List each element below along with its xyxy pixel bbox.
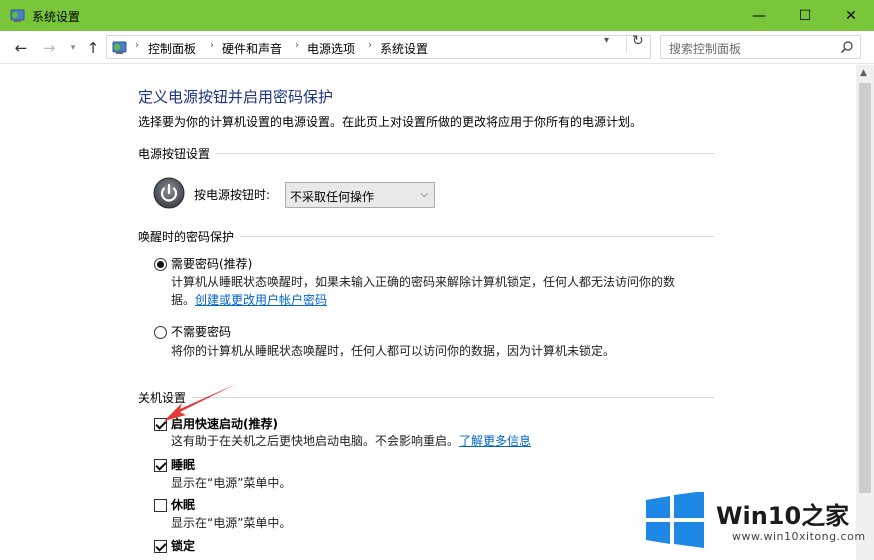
chevron-down-icon: ⌵ bbox=[420, 189, 428, 200]
no-password-label[interactable]: 不需要密码 bbox=[171, 323, 231, 340]
main-content: 定义电源按钮并启用密码保护 选择要为你的计算机设置的电源设置。在此页上对设置所做… bbox=[0, 65, 856, 560]
search-input[interactable]: 搜索控制面板 bbox=[660, 35, 861, 59]
power-icon bbox=[153, 177, 185, 209]
watermark: Win10之家 www.win10xitong.com bbox=[640, 492, 870, 554]
chevron-right-icon: › bbox=[135, 40, 139, 51]
watermark-title-part: 之家 bbox=[801, 502, 850, 530]
desc-line: 计算机从睡眠状态唤醒时，如果未输入正确的密码来解除计算机锁定，任何人都无法访问你… bbox=[171, 275, 676, 289]
hibernate-desc: 显示在“电源”菜单中。 bbox=[171, 516, 292, 530]
sleep-desc: 显示在“电源”菜单中。 bbox=[171, 476, 292, 490]
address-bar: ← → ▾ ↑ › 控制面板 › 硬件和声音 › 电源选项 › 系统设置 ▾ ↻… bbox=[0, 31, 874, 64]
scroll-thumb[interactable] bbox=[859, 83, 871, 493]
section-power-button: 电源按钮设置 bbox=[138, 145, 714, 162]
page-title: 定义电源按钮并启用密码保护 bbox=[138, 88, 334, 106]
chevron-right-icon: › bbox=[210, 40, 214, 51]
require-password-radio[interactable] bbox=[154, 258, 167, 271]
forward-button[interactable]: → bbox=[40, 39, 58, 57]
section-wake-password: 唤醒时的密码保护 bbox=[138, 228, 714, 245]
power-button-action-select[interactable]: 不采取任何操作 ⌵ bbox=[285, 182, 435, 208]
breadcrumb-item[interactable]: 系统设置 bbox=[380, 40, 428, 57]
title-bar: 系统设置 — ☐ ✕ bbox=[0, 0, 874, 31]
refresh-icon[interactable]: ↻ bbox=[626, 33, 644, 53]
no-password-radio[interactable] bbox=[154, 326, 167, 339]
hibernate-label[interactable]: 休眠 bbox=[171, 496, 195, 513]
breadcrumb[interactable]: › 控制面板 › 硬件和声音 › 电源选项 › 系统设置 bbox=[106, 35, 651, 59]
up-button[interactable]: ↑ bbox=[84, 39, 102, 57]
require-password-label[interactable]: 需要密码(推荐) bbox=[171, 255, 252, 272]
control-panel-icon bbox=[112, 41, 127, 54]
no-password-desc: 将你的计算机从睡眠状态唤醒时，任何人都可以访问你的数据，因为计算机未锁定。 bbox=[171, 344, 616, 358]
vertical-scrollbar[interactable]: ▲ bbox=[856, 65, 874, 560]
annotation-arrow-icon bbox=[164, 384, 236, 421]
chevron-down-icon[interactable]: ▾ bbox=[604, 35, 609, 46]
section-title: 电源按钮设置 bbox=[138, 147, 211, 161]
back-button[interactable]: ← bbox=[12, 39, 30, 57]
chevron-right-icon: › bbox=[368, 40, 372, 51]
breadcrumb-item[interactable]: 硬件和声音 bbox=[222, 40, 282, 57]
lock-checkbox[interactable] bbox=[154, 540, 167, 553]
maximize-button[interactable]: ☐ bbox=[782, 0, 828, 31]
change-password-link[interactable]: 创建或更改用户帐户密码 bbox=[195, 293, 327, 307]
fast-startup-desc: 这有助于在关机之后更快地启动电脑。不会影响重启。了解更多信息 bbox=[171, 432, 531, 450]
windows-logo-icon bbox=[646, 492, 704, 548]
watermark-url: www.win10xitong.com bbox=[732, 530, 866, 543]
chevron-right-icon: › bbox=[295, 40, 299, 51]
search-icon[interactable] bbox=[840, 40, 854, 54]
power-button-label: 按电源按钮时: bbox=[194, 188, 271, 202]
learn-more-link[interactable]: 了解更多信息 bbox=[459, 434, 531, 448]
lock-label[interactable]: 锁定 bbox=[171, 537, 195, 554]
recent-locations-icon[interactable]: ▾ bbox=[64, 39, 82, 57]
desc-text: 这有助于在关机之后更快地启动电脑。不会影响重启。 bbox=[171, 434, 460, 448]
search-placeholder: 搜索控制面板 bbox=[669, 42, 742, 56]
page-description: 选择要为你的计算机设置的电源设置。在此页上对设置所做的更改将应用于你所有的电源计… bbox=[138, 115, 643, 129]
sleep-checkbox[interactable] bbox=[154, 459, 167, 472]
control-panel-icon bbox=[10, 9, 25, 22]
close-button[interactable]: ✕ bbox=[828, 0, 874, 31]
window-title: 系统设置 bbox=[32, 10, 81, 24]
sleep-label[interactable]: 睡眠 bbox=[171, 456, 195, 473]
selected-value: 不采取任何操作 bbox=[290, 190, 375, 204]
watermark-title-part: Win10 bbox=[716, 502, 802, 530]
scroll-up-icon[interactable]: ▲ bbox=[860, 68, 867, 78]
breadcrumb-item[interactable]: 电源选项 bbox=[307, 40, 355, 57]
section-title: 唤醒时的密码保护 bbox=[138, 230, 235, 244]
breadcrumb-item[interactable]: 控制面板 bbox=[148, 40, 196, 57]
minimize-button[interactable]: — bbox=[736, 0, 782, 31]
hibernate-checkbox[interactable] bbox=[154, 499, 167, 512]
watermark-title: Win10之家 bbox=[716, 496, 849, 531]
require-password-desc: 计算机从睡眠状态唤醒时，如果未输入正确的密码来解除计算机锁定，任何人都无法访问你… bbox=[171, 273, 675, 309]
desc-line: 据。 bbox=[171, 293, 196, 307]
